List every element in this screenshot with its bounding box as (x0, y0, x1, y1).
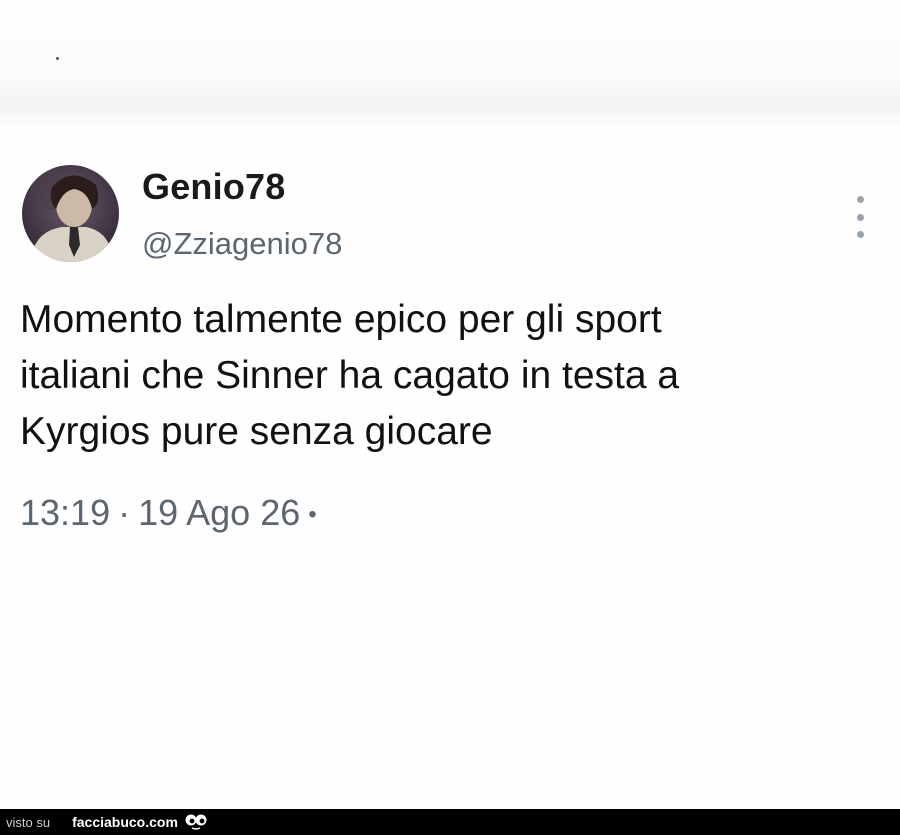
watermark-site-label[interactable]: facciabuco.com (72, 814, 178, 830)
tweet-text-line: italiani che Sinner ha cagato in testa a (20, 354, 680, 397)
more-vertical-icon-dot-3 (856, 231, 864, 238)
more-options-button[interactable] (848, 196, 872, 238)
tweet-time[interactable]: 13:19 (20, 492, 110, 533)
tweet-metadata: 13:19 · 19 Ago 26 • (20, 492, 317, 534)
eyes-logo-icon (185, 814, 207, 830)
header-speck (56, 57, 59, 60)
tweet-text-line: Kyrgios pure senza giocare (20, 410, 493, 453)
watermark-visto-label: visto su (6, 814, 51, 830)
tweet-screenshot: Genio78 @Zziagenio78 Momento talmente ep… (0, 0, 900, 835)
watermark-bar: visto su facciabuco.com (0, 809, 900, 835)
more-vertical-icon-dot-2 (856, 213, 864, 221)
user-handle[interactable]: @Zziagenio78 (142, 226, 342, 262)
tweet-text: Momento talmente epico per gli sport ita… (20, 292, 880, 460)
avatar[interactable] (22, 165, 119, 262)
meta-separator: · (118, 492, 131, 533)
display-name[interactable]: Genio78 (142, 166, 285, 208)
avatar-photo (22, 165, 119, 262)
meta-trailing-dot: • (308, 501, 317, 529)
more-vertical-icon (856, 196, 864, 203)
blurred-header-area (0, 0, 900, 132)
tweet-text-line: Momento talmente epico per gli sport (20, 298, 662, 341)
tweet-date[interactable]: 19 Ago 26 (138, 492, 300, 533)
